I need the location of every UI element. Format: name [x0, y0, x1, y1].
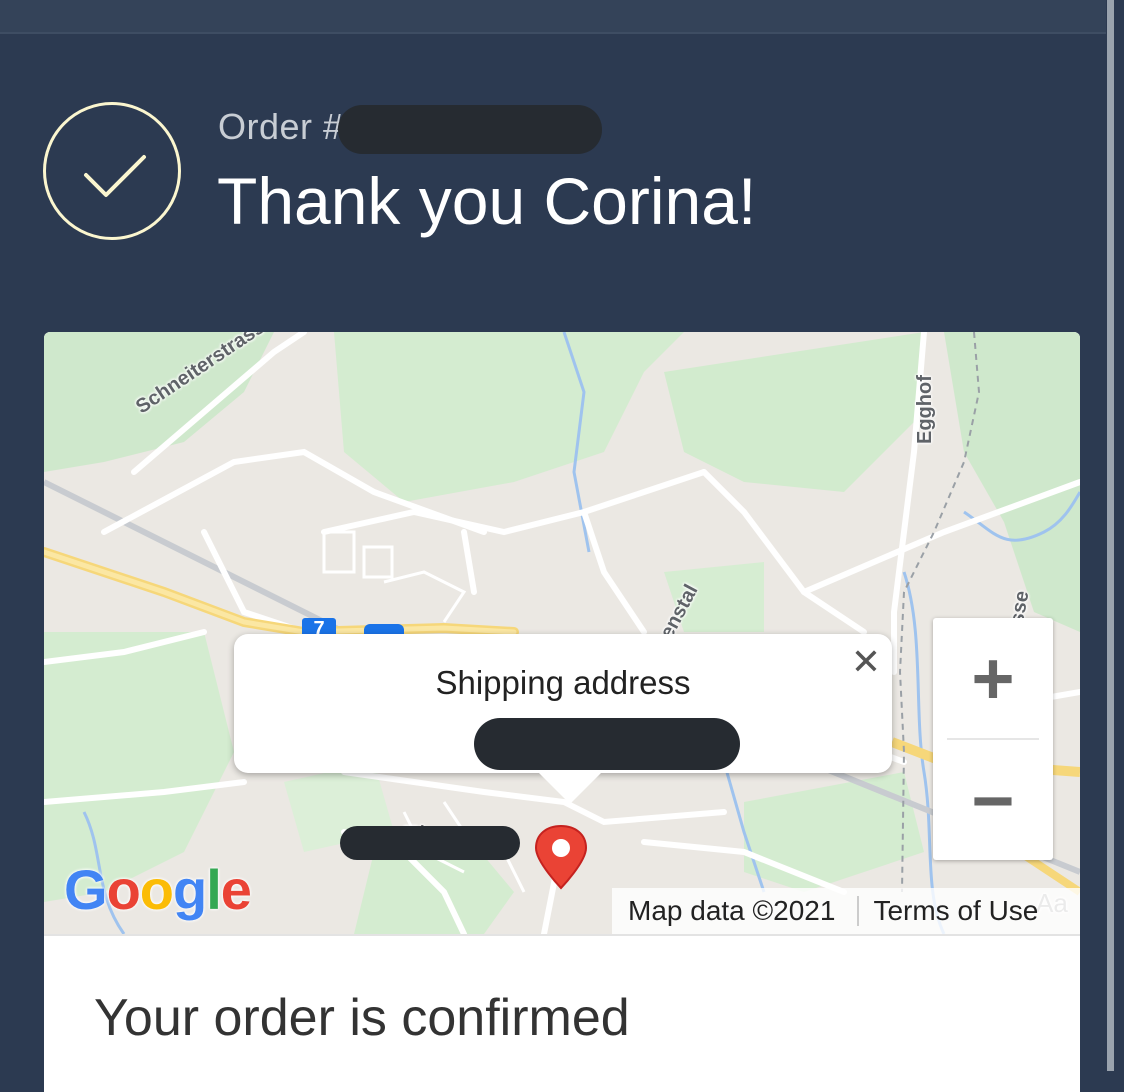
order-number-label: Order # [218, 106, 344, 147]
redacted-order-number [338, 105, 602, 154]
browser-top-bar [0, 0, 1124, 34]
redacted-place-name [340, 826, 520, 860]
map-pin-icon[interactable] [532, 824, 590, 895]
info-window-tail [538, 772, 602, 804]
scrollbar[interactable] [1106, 0, 1124, 1071]
zoom-out-button[interactable]: − [933, 740, 1053, 860]
close-icon[interactable]: ✕ [848, 644, 884, 680]
redacted-address [474, 718, 740, 770]
shipping-info-window: Shipping address ✕ [234, 634, 892, 773]
map-card-divider [44, 934, 1080, 936]
zoom-control: + − [933, 618, 1053, 860]
terms-of-use-link[interactable]: Terms of Use [873, 895, 1038, 927]
map-data-attribution: Map data ©2021 [628, 895, 836, 926]
attribution-separator [857, 896, 860, 926]
check-circle-icon [43, 102, 181, 240]
street-label: Egghof [914, 375, 936, 444]
google-logo: Google [64, 858, 252, 921]
map-attribution-bar: Map data ©2021 Terms of Use [612, 888, 1080, 934]
scrollbar-thumb[interactable] [1107, 0, 1114, 1071]
order-card: Schneiterstrasse Egghof enstal sse Aa 7 … [44, 332, 1080, 1092]
order-confirmed-heading: Your order is confirmed [94, 989, 630, 1047]
map[interactable]: Schneiterstrasse Egghof enstal sse Aa 7 … [44, 332, 1080, 934]
zoom-in-button[interactable]: + [933, 618, 1053, 738]
page-title: Thank you Corina! [217, 164, 757, 238]
info-window-title: Shipping address [435, 664, 691, 701]
